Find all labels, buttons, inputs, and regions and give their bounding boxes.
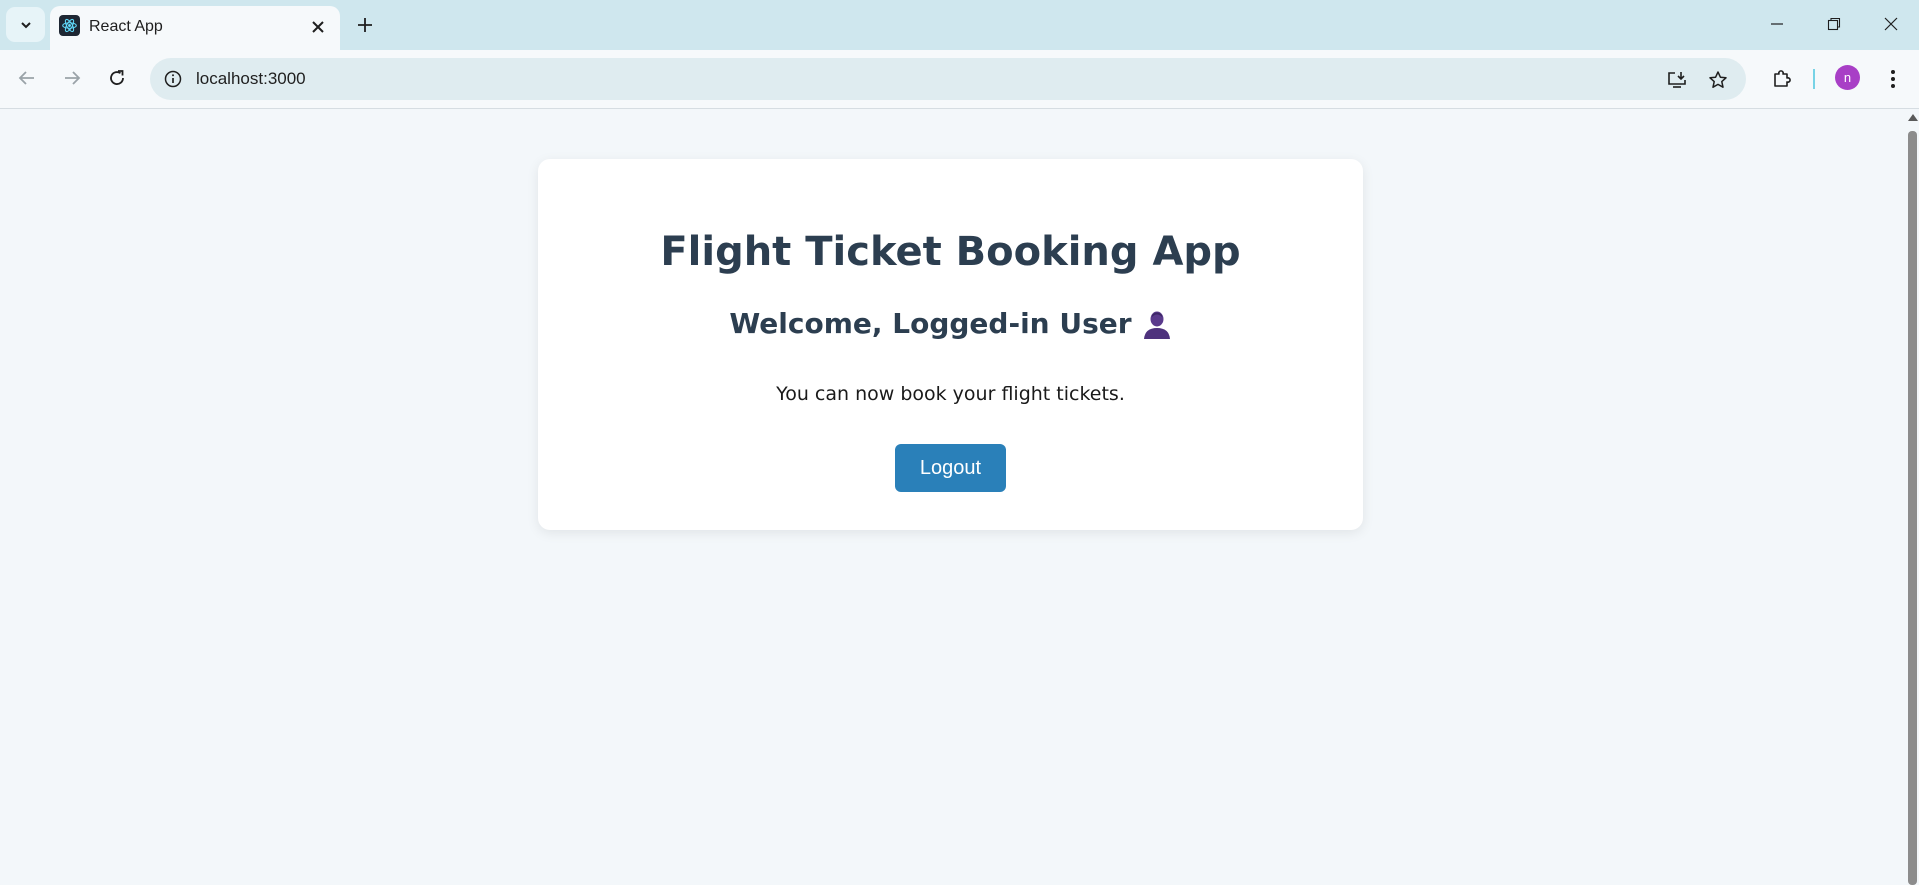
plus-icon [358,18,372,32]
url-text[interactable]: localhost:3000 [196,69,306,89]
back-button[interactable] [10,61,44,95]
scroll-up-arrow[interactable] [1908,114,1918,121]
reload-button[interactable] [100,61,134,95]
address-bar[interactable]: localhost:3000 [150,58,1746,100]
logout-button[interactable]: Logout [895,444,1006,492]
close-window-button[interactable] [1871,10,1911,38]
welcome-heading: Welcome, Logged-in User [538,306,1363,342]
close-icon [312,21,324,33]
new-tab-button[interactable] [352,12,378,38]
page-viewport: Flight Ticket Booking App Welcome, Logge… [0,109,1905,885]
welcome-text: Welcome, Logged-in User [729,307,1132,340]
install-app-icon [1668,72,1686,88]
react-logo-icon [59,15,80,36]
browser-tabstrip: React App [0,0,1919,50]
chevron-down-icon [20,21,31,28]
arrow-right-icon [65,71,81,85]
person-icon [1143,311,1170,339]
arrow-left-icon [18,71,34,85]
star-icon [1709,71,1727,88]
restore-icon [1827,17,1841,31]
browser-toolbar: localhost:3000 n [0,50,1919,109]
info-message: You can now book your flight tickets. [776,383,1125,405]
scroll-thumb[interactable] [1908,131,1917,885]
bookmark-button[interactable] [1705,67,1731,93]
puzzle-icon [1774,70,1791,87]
browser-menu-button[interactable] [1878,64,1908,94]
install-app-button[interactable] [1664,67,1690,93]
restore-button[interactable] [1814,10,1854,38]
minimize-icon [1771,23,1783,25]
info-icon [164,70,182,88]
extensions-button[interactable] [1767,64,1797,94]
tab-close-button[interactable] [306,15,330,39]
close-icon [1884,17,1898,31]
page-title: Flight Ticket Booking App [660,229,1241,275]
minimize-button[interactable] [1757,10,1797,38]
site-info-button[interactable] [160,66,186,92]
tab-title: React App [89,18,163,35]
profile-avatar[interactable]: n [1835,65,1860,90]
welcome-card: Flight Ticket Booking App Welcome, Logge… [538,159,1363,530]
reload-icon [110,70,124,85]
tab-search-button[interactable] [6,7,45,42]
toolbar-divider [1813,69,1815,89]
browser-tab[interactable]: React App [50,6,340,50]
forward-button[interactable] [55,61,89,95]
kebab-menu-icon [1891,70,1895,88]
page-scrollbar[interactable] [1905,109,1919,885]
